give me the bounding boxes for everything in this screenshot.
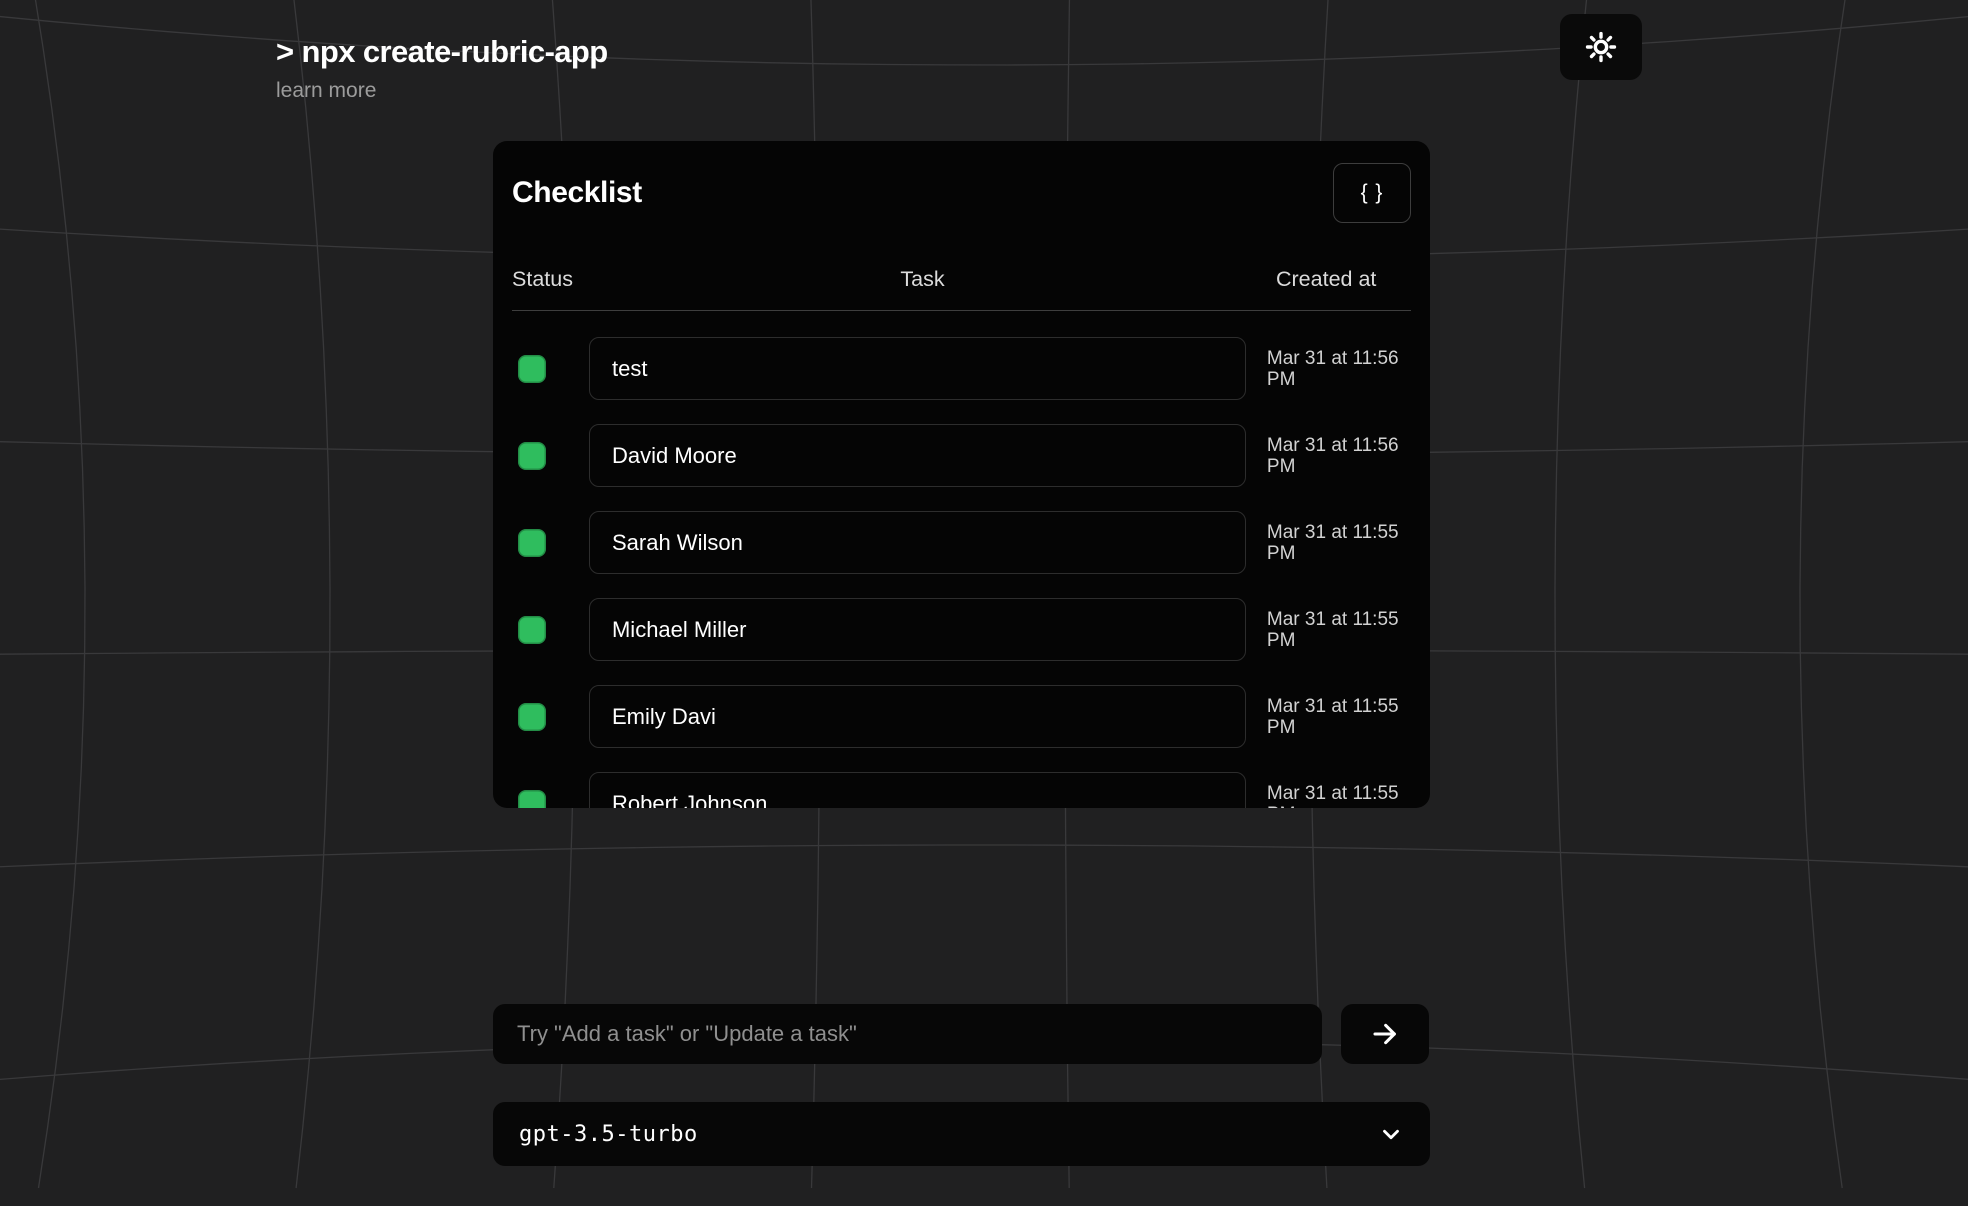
created-at-text: Mar 31 at 11:56 PM [1267,435,1411,477]
checklist-card: Checklist { } Status Task Created at Mar… [493,141,1430,808]
task-input[interactable] [589,424,1246,487]
app-title: > npx create-rubric-app [276,34,608,70]
created-at-text: Mar 31 at 11:55 PM [1267,522,1411,564]
sun-icon [1584,30,1618,64]
theme-toggle-button[interactable] [1560,14,1642,80]
task-input[interactable] [589,337,1246,400]
column-task: Task [590,267,1255,292]
checklist-title: Checklist [512,176,642,210]
status-checkbox[interactable] [518,529,546,557]
task-row: Mar 31 at 11:56 PM [512,337,1411,400]
chevron-down-icon [1378,1121,1404,1147]
created-at-text: Mar 31 at 11:55 PM [1267,783,1411,809]
model-select-value: gpt-3.5-turbo [519,1122,698,1147]
submit-button[interactable] [1341,1004,1429,1064]
task-input[interactable] [589,598,1246,661]
status-checkbox[interactable] [518,616,546,644]
task-row: Mar 31 at 11:55 PM [512,598,1411,661]
task-row: Mar 31 at 11:55 PM [512,685,1411,748]
table-header: Status Task Created at [512,267,1411,292]
status-checkbox[interactable] [518,442,546,470]
created-at-text: Mar 31 at 11:55 PM [1267,696,1411,738]
task-input[interactable] [589,511,1246,574]
task-list: Mar 31 at 11:56 PM Mar 31 at 11:56 PM Ma… [512,337,1411,808]
learn-more-link[interactable]: learn more [276,79,608,103]
model-select[interactable]: gpt-3.5-turbo [493,1102,1430,1166]
task-row: Mar 31 at 11:55 PM [512,511,1411,574]
task-row: Mar 31 at 11:55 PM [512,772,1411,808]
created-at-text: Mar 31 at 11:56 PM [1267,348,1411,390]
column-created-at: Created at [1276,267,1410,292]
task-input[interactable] [589,772,1246,808]
status-checkbox[interactable] [518,703,546,731]
app-header: > npx create-rubric-app learn more [276,34,608,103]
task-row: Mar 31 at 11:56 PM [512,424,1411,487]
command-input[interactable] [493,1004,1322,1064]
header-divider [512,310,1411,311]
task-input[interactable] [589,685,1246,748]
column-status: Status [512,267,590,292]
arrow-right-icon [1369,1018,1401,1050]
created-at-text: Mar 31 at 11:55 PM [1267,609,1411,651]
status-checkbox[interactable] [518,355,546,383]
status-checkbox[interactable] [518,790,546,809]
json-view-button[interactable]: { } [1333,163,1411,223]
